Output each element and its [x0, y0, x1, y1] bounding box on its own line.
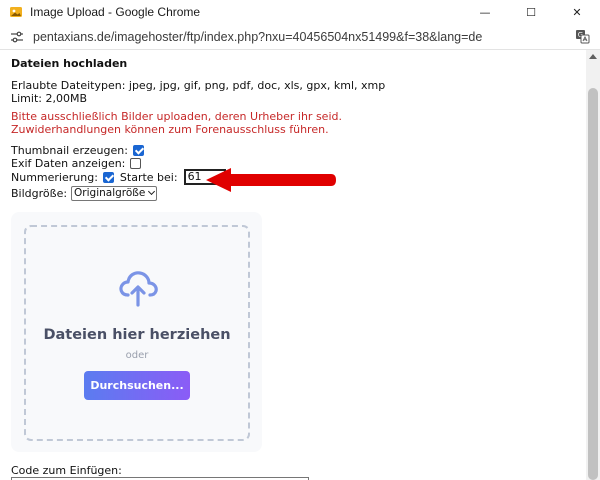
window-titlebar: Image Upload - Google Chrome — ☐ ✕	[0, 0, 600, 24]
filetype-info: Erlaubte Dateitypen: jpeg, jpg, gif, png…	[11, 79, 385, 105]
scroll-up-icon[interactable]	[589, 54, 597, 59]
file-dropzone[interactable]: Dateien hier herziehen oder Durchsuchen.…	[24, 225, 250, 441]
start-at-label: Starte bei:	[119, 170, 178, 184]
cloud-upload-icon	[119, 271, 158, 307]
size-limit-text: Limit: 2,00MB	[11, 92, 88, 105]
site-settings-icon[interactable]	[10, 30, 24, 44]
copyright-warning: Bitte ausschließlich Bilder uploaden, de…	[11, 110, 342, 136]
close-button[interactable]: ✕	[554, 0, 600, 24]
upload-card: Dateien hier herziehen oder Durchsuchen.…	[11, 212, 262, 452]
address-bar: pentaxians.de/imagehoster/ftp/index.php?…	[0, 24, 600, 50]
red-arrow-annotation	[206, 168, 336, 192]
dropzone-or-text: oder	[125, 350, 149, 361]
thumbnail-checkbox[interactable]	[132, 144, 144, 156]
embed-code-label: Code zum Einfügen:	[11, 464, 122, 477]
exif-option: Exif Daten anzeigen:	[11, 156, 142, 170]
image-size-option: Bildgröße: Originalgröße	[11, 185, 158, 201]
translate-icon[interactable]: G	[575, 29, 590, 44]
numbering-option: Nummerierung: Starte bei: 61	[11, 169, 226, 185]
page-heading: Dateien hochladen	[11, 57, 128, 70]
minimize-button[interactable]: —	[462, 0, 508, 24]
exif-checkbox[interactable]	[130, 157, 142, 169]
warning-line-2: Zuwiderhandlungen können zum Forenaussch…	[11, 123, 329, 136]
numbering-label: Nummerierung:	[11, 170, 98, 184]
allowed-filetypes-text: Erlaubte Dateitypen: jpeg, jpg, gif, png…	[11, 79, 386, 92]
image-app-icon	[10, 7, 22, 17]
thumbnail-label: Thumbnail erzeugen:	[11, 143, 128, 157]
image-size-value: Originalgröße	[74, 187, 146, 199]
numbering-checkbox[interactable]	[102, 171, 114, 183]
maximize-icon: ☐	[526, 5, 536, 19]
image-size-select[interactable]: Originalgröße	[71, 185, 158, 201]
browse-button[interactable]: Durchsuchen...	[84, 371, 190, 400]
scrollbar-thumb[interactable]	[588, 88, 598, 480]
window-title: Image Upload - Google Chrome	[30, 5, 201, 19]
exif-label: Exif Daten anzeigen:	[11, 156, 126, 170]
image-size-label: Bildgröße:	[11, 186, 68, 200]
minimize-icon: —	[479, 5, 491, 19]
page-content: Dateien hochladen Erlaubte Dateitypen: j…	[0, 50, 586, 480]
dropzone-title: Dateien hier herziehen	[43, 327, 231, 343]
url-text[interactable]: pentaxians.de/imagehoster/ftp/index.php?…	[33, 30, 482, 44]
chevron-down-icon	[148, 187, 156, 196]
thumbnail-option: Thumbnail erzeugen:	[11, 143, 144, 157]
page-scrollbar[interactable]	[586, 50, 600, 480]
warning-line-1: Bitte ausschließlich Bilder uploaden, de…	[11, 110, 342, 123]
close-icon: ✕	[572, 5, 582, 19]
maximize-button[interactable]: ☐	[508, 0, 554, 24]
